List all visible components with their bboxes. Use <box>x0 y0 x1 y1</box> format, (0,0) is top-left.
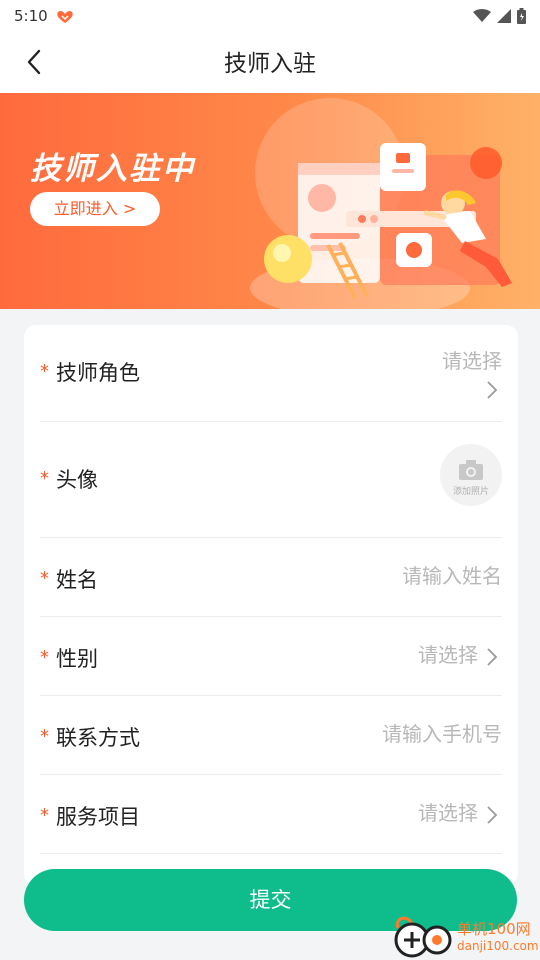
watermark-logo <box>394 916 452 958</box>
avatar-label: 头像 <box>56 468 98 492</box>
status-time: 5:10 <box>14 7 48 25</box>
add-photo-button[interactable]: 添加照片 <box>440 444 502 506</box>
registration-form: * 技师角色 请选择 * 头像 添加照片 * 姓名 请输入姓名 * 性别 请选择… <box>24 325 518 885</box>
required-mark: * <box>40 468 49 489</box>
chevron-right-icon <box>487 806 498 824</box>
required-mark: * <box>40 805 49 826</box>
contact-row[interactable]: * 联系方式 请输入手机号 <box>40 696 502 775</box>
role-select[interactable]: 请选择 <box>442 345 502 374</box>
required-mark: * <box>40 726 49 747</box>
required-mark: * <box>40 647 49 668</box>
name-row[interactable]: * 姓名 请输入姓名 <box>40 538 502 617</box>
avatar-row: * 头像 添加照片 <box>40 422 502 538</box>
camera-icon <box>459 460 483 480</box>
contact-label: 联系方式 <box>56 726 140 750</box>
add-photo-caption: 添加照片 <box>452 487 489 497</box>
service-select[interactable]: 请选择 <box>418 797 478 826</box>
banner-illustration <box>250 98 512 309</box>
wifi-icon <box>473 9 491 22</box>
watermark-name: 单机100网 <box>457 920 531 938</box>
enter-now-button[interactable]: 立即进入 > <box>30 192 160 226</box>
phone-input[interactable]: 请输入手机号 <box>382 718 502 747</box>
gender-select[interactable]: 请选择 <box>418 639 478 668</box>
status-bar: 5:10 <box>0 0 540 32</box>
signal-icon <box>497 9 511 23</box>
role-label: 技师角色 <box>56 361 140 385</box>
required-mark: * <box>40 361 49 382</box>
banner-title: 技师入驻中 <box>30 151 195 187</box>
watermark-url: danji100.com <box>457 939 539 953</box>
system-icons <box>473 8 526 24</box>
nav-bar: 技师入驻 <box>0 32 540 93</box>
name-label: 姓名 <box>56 568 98 592</box>
watermark: 单机100网 danji100.com <box>390 912 540 960</box>
page-title: 技师入驻 <box>224 51 316 77</box>
chevron-right-icon <box>487 381 498 399</box>
role-row[interactable]: * 技师角色 请选择 <box>40 325 502 422</box>
chevron-right-icon <box>487 648 498 666</box>
gender-row[interactable]: * 性别 请选择 <box>40 617 502 696</box>
required-mark: * <box>40 568 49 589</box>
banner[interactable]: 技师入驻中 立即进入 > <box>0 93 540 309</box>
service-label: 服务项目 <box>56 805 140 829</box>
gender-label: 性别 <box>56 647 98 671</box>
service-row[interactable]: * 服务项目 请选择 <box>40 775 502 854</box>
heart-hands-icon <box>56 9 74 23</box>
name-input[interactable]: 请输入姓名 <box>402 560 502 589</box>
battery-icon <box>517 8 526 24</box>
